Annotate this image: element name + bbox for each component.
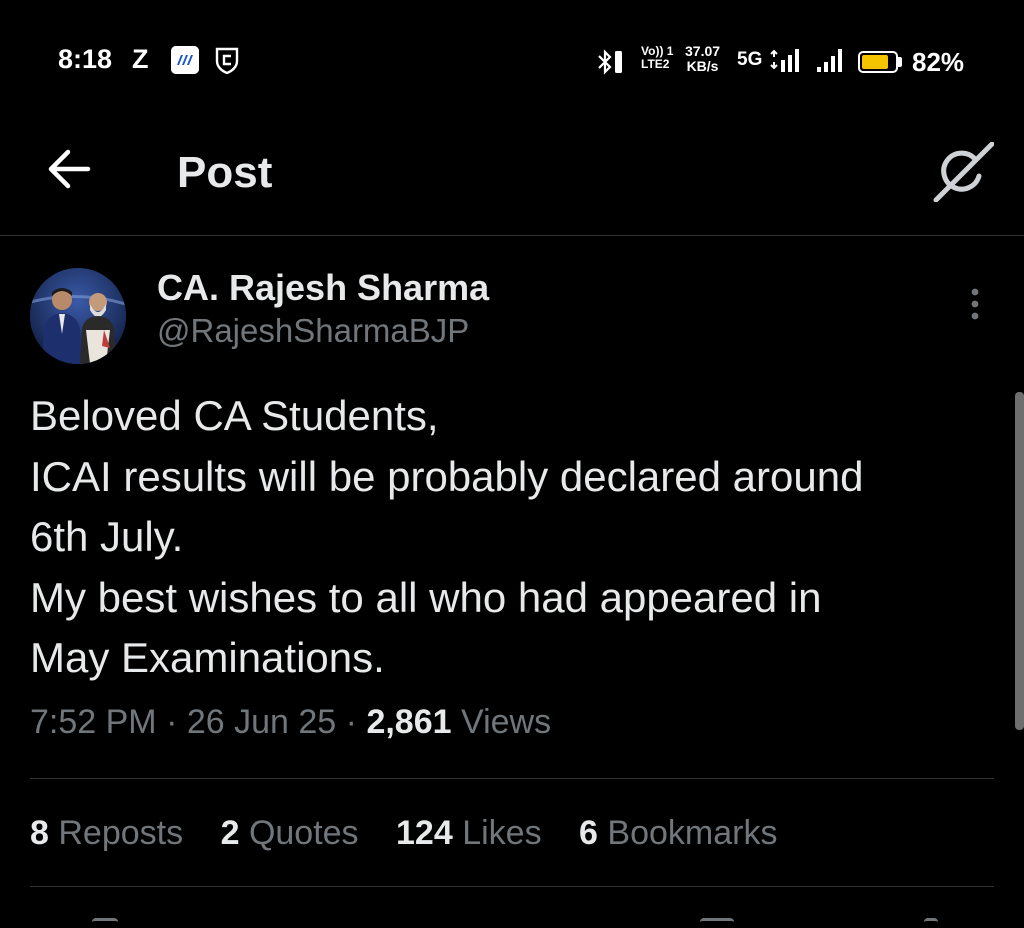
arrow-left-icon: [48, 149, 91, 189]
likes-label: Likes: [462, 814, 542, 852]
avatar-photo: [30, 268, 126, 364]
back-button[interactable]: [44, 146, 94, 192]
status-bar: 8:18 Z Vo)) 1 LTE2 37.07 KB/s 5G 82%: [0, 0, 1024, 120]
bluetooth-icon: [596, 48, 622, 84]
battery-cap: [898, 57, 902, 67]
post-header: Post: [0, 120, 1024, 236]
speed-value: 37.07: [685, 43, 721, 59]
post-text-line: May Examinations.: [30, 634, 385, 681]
shield-notification-icon: [214, 46, 240, 75]
network-type: 5G: [737, 49, 763, 70]
reply-icon[interactable]: [92, 918, 118, 928]
meta-separator: ·: [166, 703, 178, 741]
grok-icon: [933, 141, 995, 203]
post-metadata: 7:52 PM · 26 Jun 25 · 2,861 Views: [30, 703, 551, 742]
views-label: Views: [461, 703, 552, 741]
scrollbar[interactable]: [1015, 392, 1024, 730]
battery-icon: [858, 51, 898, 73]
app-notification-icon: [171, 46, 199, 74]
share-icon[interactable]: [924, 918, 938, 928]
author-handle[interactable]: @RajeshSharmaBJP: [157, 312, 469, 350]
bookmark-icon[interactable]: [700, 918, 734, 928]
reposts-count: 8: [30, 814, 49, 852]
bookmarks-label: Bookmarks: [607, 814, 778, 852]
post-text-line: My best wishes to all who had appeared i…: [30, 573, 822, 621]
reposts-label: Reposts: [58, 814, 184, 852]
engagement-stats: 8 Reposts 2 Quotes 124 Likes 6 Bookmarks: [30, 814, 805, 853]
status-time: 8:18: [58, 44, 113, 74]
post-date: 26 Jun 25: [186, 703, 337, 741]
post-text-line: Beloved CA Students,: [30, 392, 439, 439]
post-text: Beloved CA Students, ICAI results will b…: [30, 386, 1005, 689]
signal-icon-sim2: [816, 48, 846, 79]
quotes-label: Quotes: [248, 814, 359, 852]
bookmarks-count: 6: [579, 814, 598, 852]
page-title: Post: [177, 148, 273, 197]
divider: [30, 778, 994, 779]
reposts-stat[interactable]: 8 Reposts: [30, 814, 183, 853]
battery-fill: [862, 55, 889, 69]
carrier-z-icon: Z: [132, 44, 149, 74]
quotes-count: 2: [220, 814, 240, 852]
volte-line2: LTE2: [641, 57, 670, 71]
views-count: 2,861: [366, 703, 452, 741]
signal-icon: [770, 48, 802, 79]
grok-button[interactable]: [932, 141, 995, 203]
quotes-stat[interactable]: 2 Quotes: [221, 814, 359, 853]
bookmarks-stat[interactable]: 6 Bookmarks: [579, 814, 777, 853]
post-text-line: ICAI results will be probably declared a…: [30, 452, 864, 500]
author-name[interactable]: CA. Rajesh Sharma: [157, 267, 489, 309]
meta-separator: ·: [345, 703, 357, 741]
likes-stat[interactable]: 124 Likes: [396, 814, 542, 853]
vertical-dots-icon: [971, 288, 979, 320]
avatar[interactable]: [30, 268, 126, 364]
network-speed: 37.07 KB/s: [685, 44, 720, 74]
more-options-button[interactable]: [960, 286, 990, 326]
volte-indicator: Vo)) 1 LTE2: [641, 45, 673, 71]
speed-unit: KB/s: [686, 58, 719, 74]
battery-percent: 82%: [912, 47, 965, 77]
divider: [30, 886, 994, 887]
post-time: 7:52 PM: [30, 703, 157, 741]
likes-count: 124: [396, 814, 453, 852]
post-text-line: 6th July.: [30, 513, 184, 560]
